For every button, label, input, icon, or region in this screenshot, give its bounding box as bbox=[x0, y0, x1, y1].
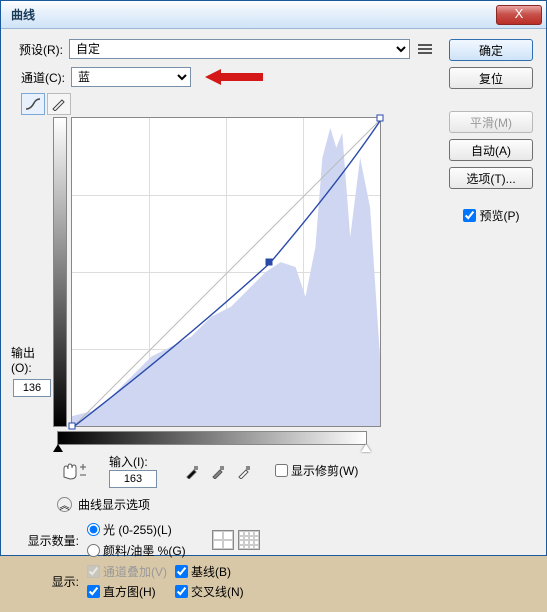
radio-light[interactable]: 光 (0-255)(L) bbox=[87, 521, 186, 538]
black-slider[interactable] bbox=[53, 444, 63, 452]
white-slider[interactable] bbox=[361, 444, 371, 452]
close-button[interactable]: X bbox=[496, 5, 542, 25]
titlebar[interactable]: 曲线 X bbox=[1, 1, 546, 29]
reset-button[interactable]: 复位 bbox=[449, 67, 533, 89]
show-label: 显示: bbox=[21, 573, 79, 590]
options-button[interactable]: 选项(T)... bbox=[449, 167, 533, 189]
curve-point-mid[interactable] bbox=[265, 258, 272, 265]
arrow-indicator-icon bbox=[205, 68, 265, 86]
input-label: 输入(I): bbox=[109, 453, 148, 470]
output-label: 输出(O): bbox=[11, 344, 53, 375]
curve-point-highlight[interactable] bbox=[377, 115, 384, 122]
auto-button[interactable]: 自动(A) bbox=[449, 139, 533, 161]
show-amount-label: 显示数量: bbox=[21, 532, 79, 549]
curve-path bbox=[72, 118, 382, 428]
window-title: 曲线 bbox=[11, 6, 496, 23]
pencil-tool-icon[interactable] bbox=[47, 93, 71, 115]
output-input[interactable] bbox=[13, 379, 51, 397]
grid-fine-icon[interactable] bbox=[238, 530, 260, 550]
output-gradient bbox=[53, 117, 67, 427]
show-clipping-checkbox[interactable]: 显示修剪(W) bbox=[275, 462, 358, 479]
eyedropper-black-icon[interactable] bbox=[181, 460, 203, 482]
preset-label: 预设(R): bbox=[11, 41, 63, 58]
curve-tool-icon[interactable] bbox=[21, 93, 45, 115]
eyedropper-white-icon[interactable] bbox=[233, 460, 255, 482]
curve-graph[interactable] bbox=[71, 117, 381, 427]
radio-pigment[interactable]: 颜料/油墨 %(G) bbox=[87, 542, 186, 559]
channel-select[interactable]: 蓝 bbox=[71, 67, 191, 87]
target-adjust-icon[interactable] bbox=[57, 460, 93, 482]
display-options-toggle[interactable]: ︽ 曲线显示选项 bbox=[57, 496, 436, 513]
eyedropper-gray-icon[interactable] bbox=[207, 460, 229, 482]
chevron-up-icon: ︽ bbox=[57, 497, 72, 512]
preset-menu-icon[interactable] bbox=[416, 40, 436, 58]
grid-coarse-icon[interactable] bbox=[212, 530, 234, 550]
preset-select[interactable]: 自定 bbox=[69, 39, 410, 59]
cb-overlay[interactable]: 通道叠加(V) bbox=[87, 563, 167, 580]
curves-dialog: 曲线 X 预设(R): 自定 通道(C): 蓝 bbox=[0, 0, 547, 556]
input-input[interactable] bbox=[109, 470, 157, 488]
smooth-button: 平滑(M) bbox=[449, 111, 533, 133]
ok-button[interactable]: 确定 bbox=[449, 39, 533, 61]
input-gradient[interactable] bbox=[57, 431, 367, 445]
curve-point-shadow[interactable] bbox=[69, 423, 76, 430]
cb-histogram[interactable]: 直方图(H) bbox=[87, 583, 167, 600]
preview-checkbox[interactable]: 预览(P) bbox=[463, 207, 520, 224]
cb-baseline[interactable]: 基线(B) bbox=[175, 563, 244, 580]
cb-intersection[interactable]: 交叉线(N) bbox=[175, 583, 244, 600]
channel-label: 通道(C): bbox=[21, 69, 65, 86]
